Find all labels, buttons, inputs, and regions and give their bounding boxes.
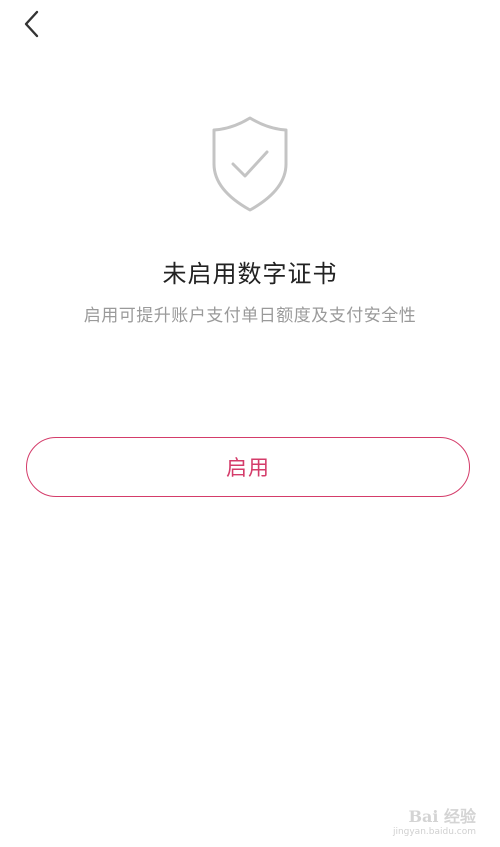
back-button[interactable]: [14, 6, 50, 42]
watermark-logo: Bai 经验: [408, 807, 476, 826]
chevron-left-icon: [24, 10, 39, 38]
watermark-url: jingyan.baidu.com: [392, 827, 476, 837]
shield-check-icon: [212, 116, 288, 212]
page-title: 未启用数字证书: [162, 260, 338, 288]
status-illustration: [0, 114, 500, 214]
page-subtitle: 启用可提升账户支付单日额度及支付安全性: [83, 306, 417, 326]
enable-button[interactable]: 启用: [26, 437, 470, 497]
watermark: Bai 经验 jingyan.baidu.com: [393, 803, 476, 837]
